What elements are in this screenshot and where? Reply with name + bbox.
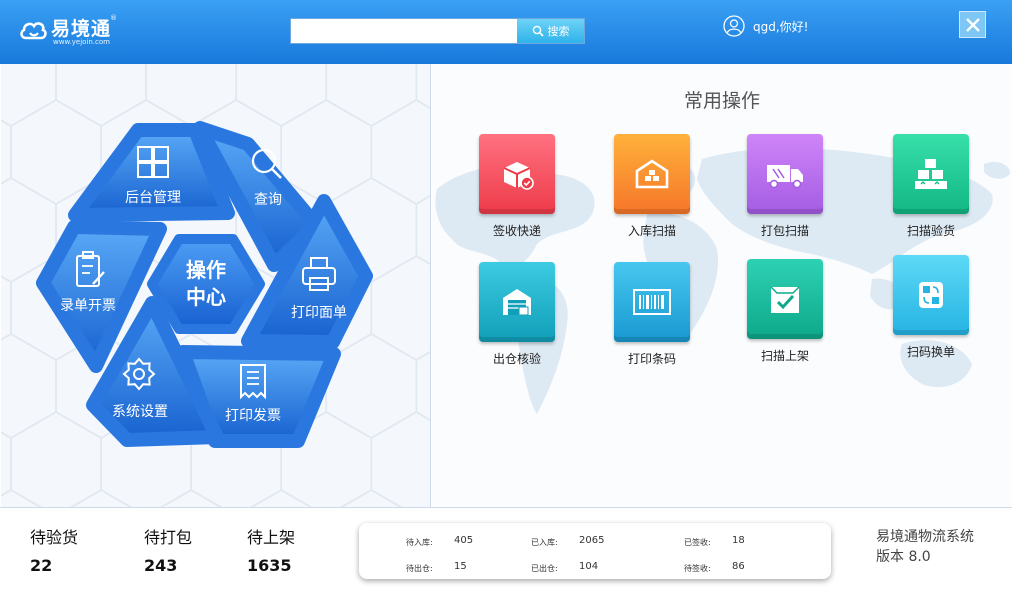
operation-wheel: 后台管理 查询打印面单打印发票 系统设置 录单开票 操作中心 [36, 121, 373, 448]
system-name: 易境通物流系统 [876, 529, 974, 545]
panel-title: 常用操作 [683, 90, 760, 112]
op-label: 扫描上架 [760, 349, 809, 363]
app-logo: 易境通 ® www.yejoin.com [18, 14, 128, 50]
hub-segment-label: 系统设置 [112, 404, 168, 420]
stat-value: 15 [454, 561, 467, 572]
op-label: 扫码换单 [906, 345, 955, 359]
stat-value: 405 [454, 535, 474, 546]
stat-label: 待签收: [684, 564, 711, 573]
op-swap-label[interactable]: 扫码换单 [891, 255, 971, 360]
stat-item: 待签收: 86 [684, 561, 745, 574]
hub-segment-label: 录单开票 [60, 298, 116, 314]
pending-label: 待打包 [144, 528, 193, 547]
cloud-logo-icon [20, 22, 47, 40]
pending-label: 待上架 [247, 528, 296, 547]
stat-value: 104 [579, 561, 599, 572]
op-print-barcode[interactable]: 打印条码 [612, 262, 692, 367]
op-outbound-check[interactable]: 出仓核验 [477, 262, 557, 367]
status-bar: 待验货 22 待打包 243 待上架 1635 待入库: 405 已入库: 20… [0, 507, 1012, 596]
stat-item: 已签收: 18 [684, 535, 745, 548]
stat-item: 已入库: 2065 [531, 535, 604, 548]
stat-value: 2065 [579, 535, 605, 546]
pending-count: 22 [30, 556, 53, 575]
registered-mark: ® [110, 14, 117, 22]
barcode-icon [614, 262, 690, 342]
pending-shelve: 待上架 1635 [247, 524, 295, 575]
hub-center-shape [147, 234, 265, 334]
search-button-label: 搜索 [547, 25, 570, 38]
stat-value: 86 [732, 561, 745, 572]
stacked-boxes-icon [893, 134, 969, 214]
op-label: 入库扫描 [627, 224, 676, 238]
common-operations-panel: 常用操作 签收快递 入库扫描 打包扫描 扫描验货 出仓核验 打印条码 扫描上架 … [432, 64, 1012, 507]
stat-label: 待入库: [406, 538, 433, 547]
op-label: 扫描验货 [906, 224, 955, 238]
op-shelve-scan[interactable]: 扫描上架 [745, 259, 825, 364]
system-version: 版本 8.0 [876, 549, 931, 565]
search-icon [532, 25, 544, 37]
hub-segment-label: 后台管理 [125, 190, 181, 206]
warehouse-in-icon [614, 134, 690, 214]
close-button[interactable] [959, 11, 986, 38]
pending-inspect: 待验货 22 [30, 524, 78, 575]
system-info: 易境通物流系统 版本 8.0 [876, 527, 974, 567]
op-inbound-scan[interactable]: 入库扫描 [612, 134, 692, 239]
op-label: 出仓核验 [492, 352, 541, 366]
pending-count: 243 [144, 556, 178, 575]
hub-center-title-1: 操作 [186, 258, 226, 282]
package-sign-icon [479, 134, 555, 214]
op-label: 签收快递 [492, 224, 541, 238]
close-icon [965, 17, 980, 32]
op-label: 打印条码 [627, 352, 676, 366]
hub-segment-label: 打印面单 [291, 304, 347, 321]
hub-center-title-2: 中心 [186, 285, 226, 309]
warehouse-out-icon [479, 262, 555, 342]
stat-value: 18 [732, 535, 745, 546]
box-check-icon [747, 259, 823, 339]
operation-hub-panel: 后台管理 查询打印面单打印发票 系统设置 录单开票 操作中心 [1, 64, 431, 507]
stat-label: 已出仓: [531, 564, 558, 573]
pending-label: 待验货 [30, 528, 79, 547]
op-inspect-scan[interactable]: 扫描验货 [891, 134, 971, 239]
stat-label: 已签收: [684, 538, 711, 547]
user-avatar-icon [723, 15, 745, 37]
truck-icon [747, 134, 823, 214]
stat-label: 已入库: [531, 538, 558, 547]
brand-url: www.yejoin.com [53, 38, 110, 46]
stats-card: 待入库: 405 已入库: 2065 已签收: 18 待出仓: 15 已出仓: … [359, 523, 831, 579]
user-info[interactable]: qgd,你好! [723, 15, 808, 37]
hub-center: 操作中心 [147, 234, 265, 334]
stat-item: 待入库: 405 [406, 535, 473, 548]
stat-item: 已出仓: 104 [531, 561, 598, 574]
op-label: 打包扫描 [760, 224, 809, 238]
hub-segment-label: 查询 [254, 192, 282, 208]
header-bar: 易境通 ® www.yejoin.com 搜索 qgd,你好! [0, 0, 1012, 64]
stat-label: 待出仓: [406, 564, 433, 573]
op-sign-package[interactable]: 签收快递 [477, 134, 557, 239]
pending-pack: 待打包 243 [144, 524, 192, 575]
pending-count: 1635 [247, 556, 292, 575]
greeting-text: qgd,你好! [753, 19, 809, 34]
search-button[interactable]: 搜索 [517, 18, 585, 44]
brand-name: 易境通 [51, 18, 112, 40]
hub-segment-label: 打印发票 [225, 407, 281, 424]
stat-item: 待出仓: 15 [406, 561, 467, 574]
op-pack-scan[interactable]: 打包扫描 [745, 134, 825, 239]
search-input[interactable] [290, 18, 518, 44]
swap-label-icon [893, 255, 969, 335]
